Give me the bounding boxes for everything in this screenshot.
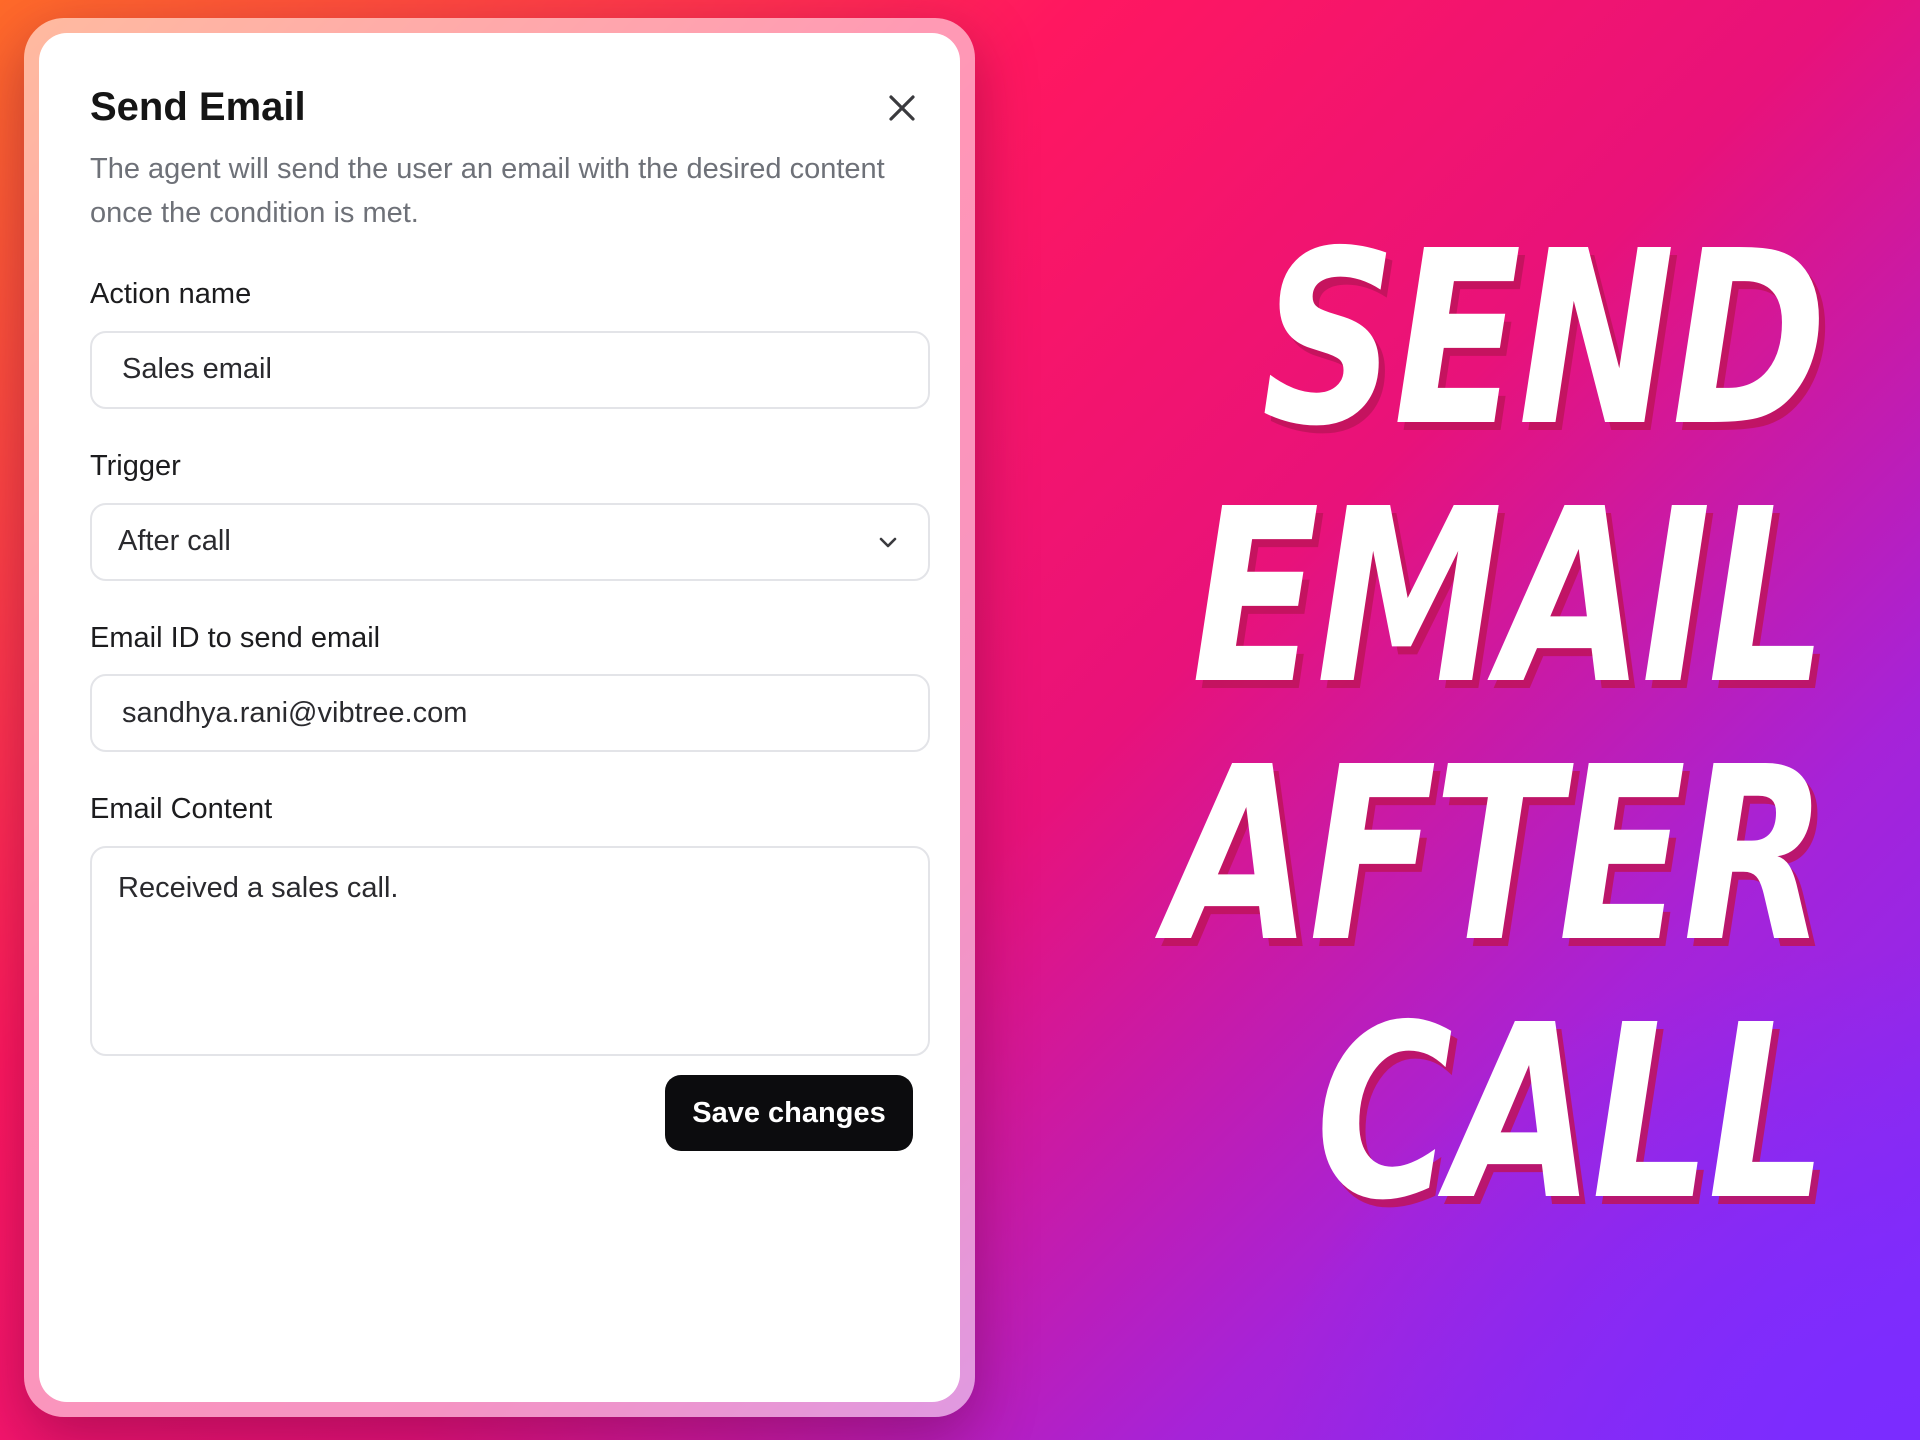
email-content-label: Email Content bbox=[90, 793, 273, 826]
send-email-dialog: Send Email The agent will send the user … bbox=[39, 33, 960, 1402]
email-id-input[interactable]: sandhya.rani@vibtree.com bbox=[90, 674, 930, 753]
promo-headline: SEND EMAIL AFTER CALL bbox=[944, 199, 1828, 1253]
trigger-value: After call bbox=[118, 525, 231, 558]
email-id-value: sandhya.rani@vibtree.com bbox=[122, 696, 468, 729]
headline-line-4: CALL bbox=[1315, 973, 1827, 1253]
dialog-frame: Send Email The agent will send the user … bbox=[24, 18, 975, 1417]
email-content-value: Received a sales call. bbox=[118, 872, 399, 905]
chevron-down-icon bbox=[879, 537, 897, 547]
action-name-value: Sales email bbox=[122, 353, 272, 386]
dialog-title: Send Email bbox=[90, 85, 306, 129]
trigger-label: Trigger bbox=[90, 449, 181, 482]
close-button[interactable] bbox=[882, 88, 922, 128]
headline-line-1: SEND bbox=[1261, 199, 1827, 479]
save-changes-button[interactable]: Save changes bbox=[665, 1075, 913, 1151]
headline-line-3: AFTER bbox=[1167, 715, 1827, 995]
action-name-label: Action name bbox=[90, 278, 252, 310]
trigger-select[interactable]: After call bbox=[90, 502, 930, 581]
action-name-input[interactable]: Sales email bbox=[90, 330, 930, 409]
dialog-description: The agent will send the user an email wi… bbox=[90, 153, 885, 229]
headline-line-2: EMAIL bbox=[1191, 457, 1828, 737]
close-icon bbox=[889, 95, 915, 121]
email-content-textarea[interactable]: Received a sales call. bbox=[90, 846, 930, 1057]
email-id-label: Email ID to send email bbox=[90, 621, 381, 654]
